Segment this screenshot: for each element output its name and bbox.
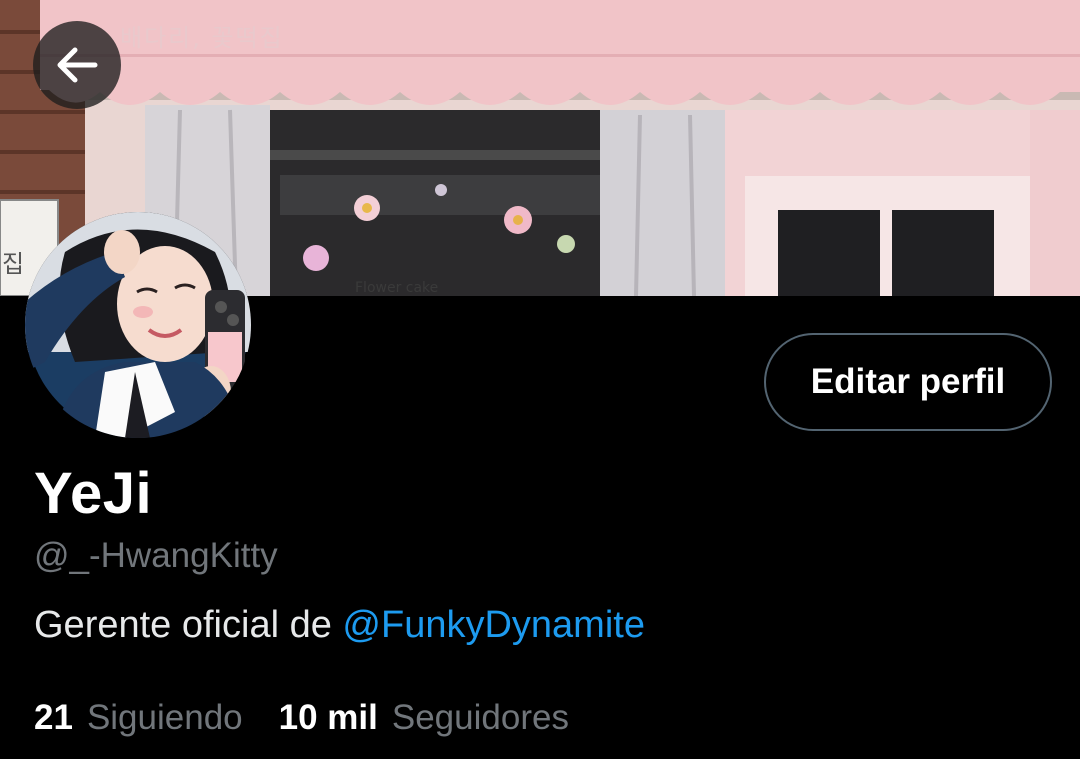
following-label: Siguiendo bbox=[86, 698, 243, 737]
back-button[interactable] bbox=[33, 21, 121, 109]
profile-photo bbox=[25, 212, 251, 438]
followers-link[interactable]: 10 mil Seguidores bbox=[279, 698, 569, 738]
followers-count: 10 mil bbox=[278, 698, 378, 737]
edit-profile-button[interactable]: Editar perfil bbox=[764, 333, 1052, 431]
following-link[interactable]: 21 Siguiendo bbox=[34, 698, 243, 738]
banner-window-text: Flower cake bbox=[355, 280, 439, 296]
arrow-left-icon bbox=[57, 47, 98, 83]
display-name: YeJi bbox=[34, 461, 153, 526]
bio: Gerente oficial de @FunkyDynamite bbox=[34, 604, 645, 647]
bio-mention-link[interactable]: @FunkyDynamite bbox=[342, 604, 645, 646]
avatar[interactable] bbox=[25, 212, 251, 438]
follow-stats: 21 Siguiendo 10 mil Seguidores bbox=[34, 698, 569, 738]
user-handle: @_-HwangKitty bbox=[34, 536, 278, 575]
following-count: 21 bbox=[34, 698, 73, 737]
banner-sign-text: 배다리, 꽃떡집 bbox=[120, 24, 284, 52]
followers-label: Seguidores bbox=[391, 698, 569, 737]
bio-text: Gerente oficial de bbox=[34, 604, 343, 646]
banner-side-sign-text: 집 bbox=[2, 250, 25, 278]
